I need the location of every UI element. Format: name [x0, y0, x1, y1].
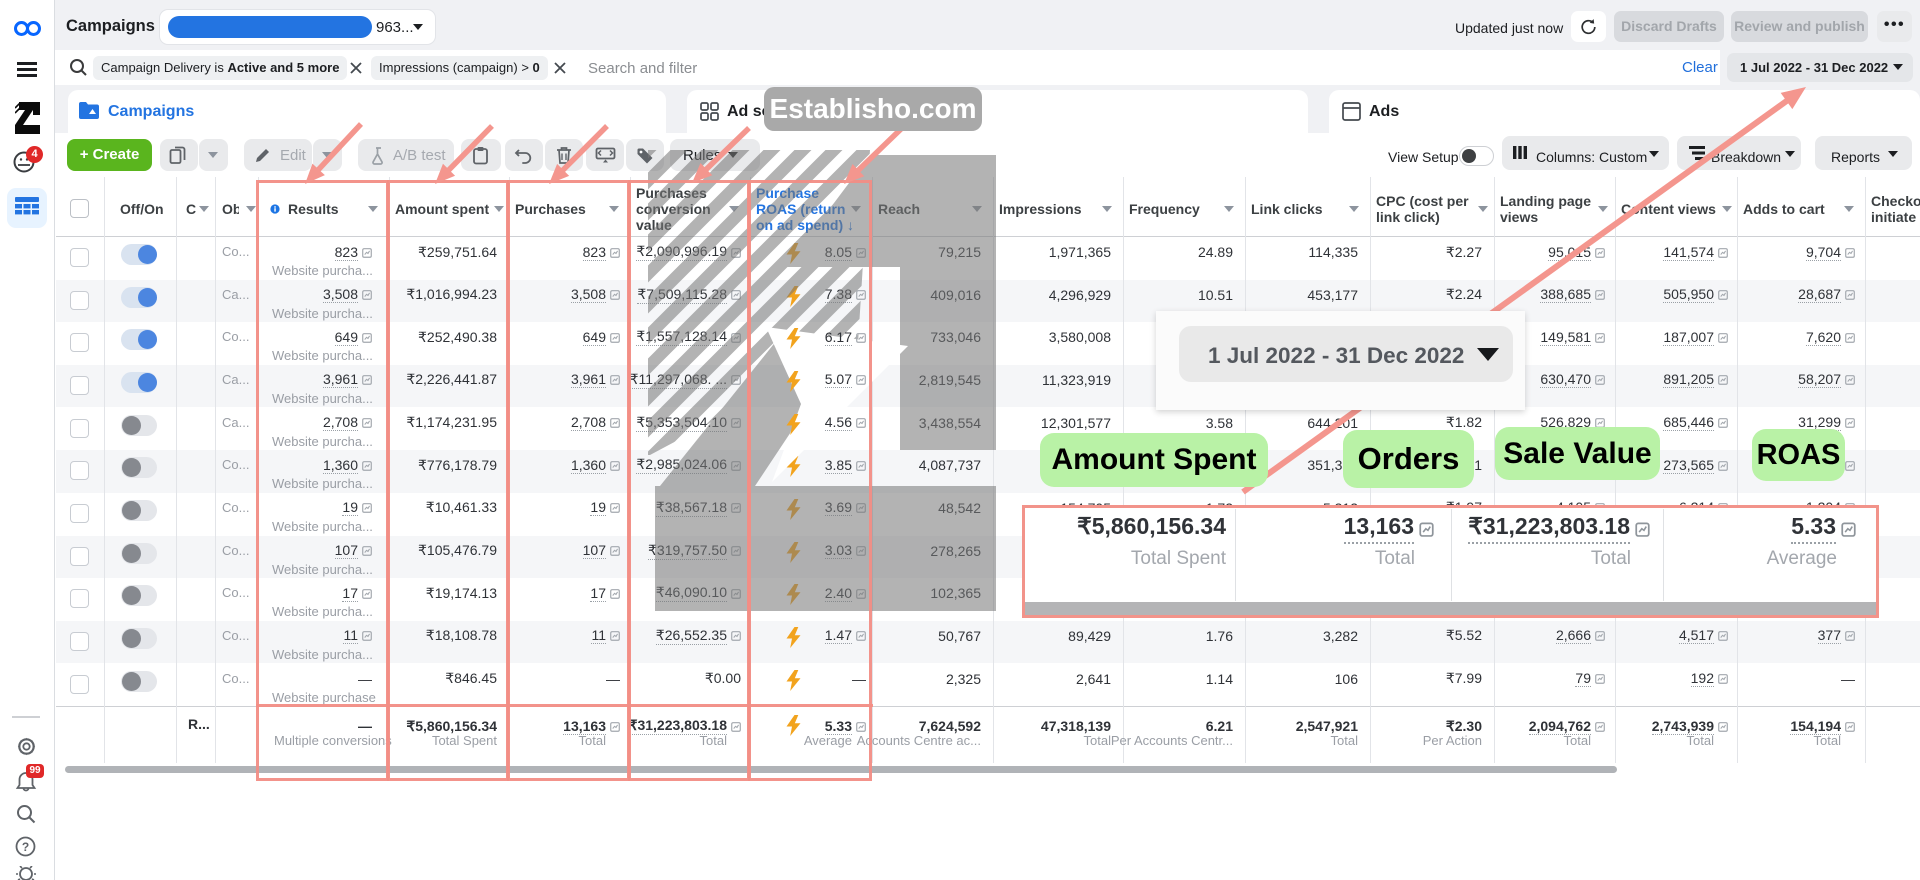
svg-text:?: ?: [22, 840, 29, 854]
